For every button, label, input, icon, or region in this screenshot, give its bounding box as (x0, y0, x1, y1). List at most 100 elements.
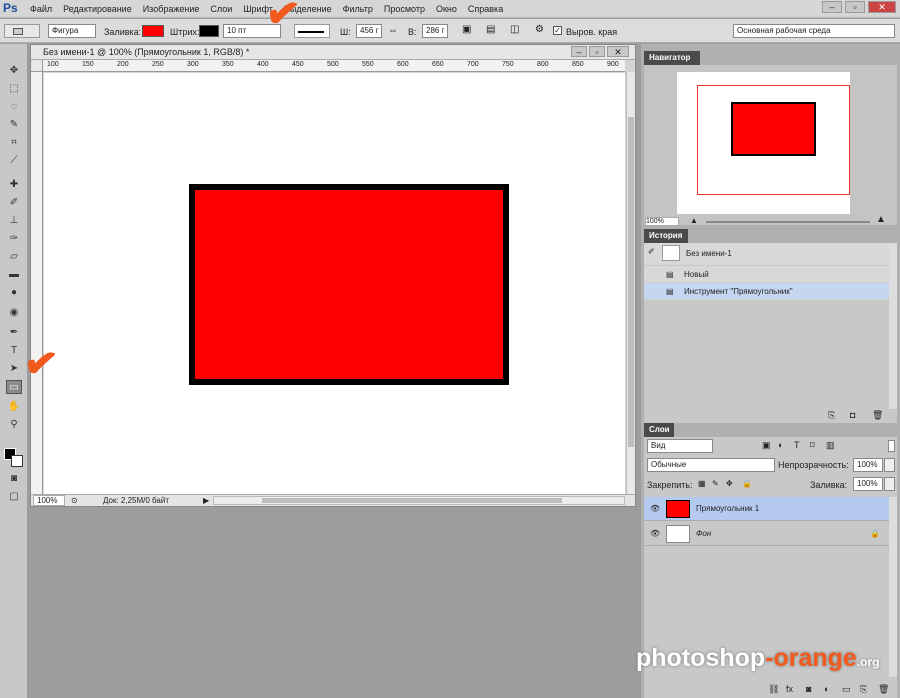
menu-help[interactable]: Справка (468, 4, 503, 14)
hscroll-thumb[interactable] (262, 498, 562, 503)
filter-toggle[interactable] (888, 440, 895, 452)
history-header[interactable]: История (644, 229, 897, 243)
blur-tool-icon[interactable]: ● (6, 286, 22, 300)
status-menu-arrow-icon[interactable]: ▶ (203, 495, 209, 506)
navigator-thumbnail[interactable] (677, 72, 850, 214)
navigator-zoom-slider[interactable] (706, 221, 870, 223)
doc-close-button[interactable]: ✕ (607, 46, 629, 57)
scrollbar-thumb[interactable] (628, 117, 634, 447)
shape-mode-select[interactable]: Фигура (48, 24, 96, 38)
eraser-tool-icon[interactable]: ▱ (6, 250, 22, 264)
blend-mode-select[interactable]: Обычные (647, 458, 775, 472)
height-field[interactable]: 286 г (422, 24, 448, 38)
gradient-tool-icon[interactable]: ▬ (6, 268, 22, 282)
filter-type-icon[interactable]: T (794, 440, 800, 450)
menu-file[interactable]: Файл (30, 4, 52, 14)
link-icon[interactable]: ⇔ (388, 25, 398, 36)
layer-filter-select[interactable]: Вид (647, 439, 713, 453)
history-tab[interactable]: История (644, 229, 688, 243)
zoom-tool-icon[interactable]: ⚲ (6, 418, 22, 432)
vertical-ruler[interactable] (31, 72, 43, 494)
workspace-select[interactable]: Основная рабочая среда (733, 24, 895, 38)
healing-brush-tool-icon[interactable]: ✚ (6, 178, 22, 192)
history-brush-tool-icon[interactable]: ✑ (6, 232, 22, 246)
filter-shape-icon[interactable]: ⌑ (810, 440, 815, 451)
align-edges-checkbox[interactable]: ✓ (553, 26, 562, 35)
crop-tool-icon[interactable]: ⌗ (6, 136, 22, 150)
marquee-tool-icon[interactable]: ⬚ (6, 82, 22, 96)
eyedropper-tool-icon[interactable]: ⟋ (6, 154, 22, 168)
dodge-tool-icon[interactable]: ◉ (6, 306, 22, 320)
zoom-in-icon[interactable]: ▲ (876, 214, 886, 225)
width-field[interactable]: 456 г (356, 24, 382, 38)
hand-tool-icon[interactable]: ✋ (6, 400, 22, 414)
ruler-origin[interactable] (31, 60, 43, 72)
close-app-button[interactable]: ✕ (868, 1, 896, 13)
filter-smart-icon[interactable]: ▥ (826, 440, 835, 451)
path-arrangement-icon[interactable]: ◫ (510, 24, 519, 35)
delete-layer-icon[interactable]: 🗑 (878, 684, 889, 695)
tool-preset-picker[interactable] (4, 24, 40, 38)
minimize-button[interactable]: – (822, 1, 842, 13)
new-layer-icon[interactable]: ⎘ (860, 684, 867, 695)
lock-image-icon[interactable]: ✎ (712, 479, 719, 488)
menu-view[interactable]: Просмотр (384, 4, 425, 14)
opacity-dropdown[interactable] (884, 458, 895, 472)
stroke-type-select[interactable] (294, 24, 330, 38)
clone-stamp-tool-icon[interactable]: ⊥ (6, 214, 22, 228)
history-scrollbar[interactable] (889, 243, 897, 409)
opacity-field[interactable]: 100% (853, 458, 883, 472)
layer-row[interactable]: 👁 Фон 🔒 (644, 522, 897, 546)
camera-icon[interactable]: ◘ (850, 410, 855, 420)
status-icon[interactable]: ⊙ (71, 495, 78, 506)
pen-tool-icon[interactable]: ✒ (6, 326, 22, 340)
move-tool-icon[interactable]: ✥ (6, 64, 22, 78)
gear-icon[interactable]: ⚙ (535, 24, 544, 35)
filter-adjustment-icon[interactable]: ◐ (778, 440, 783, 450)
layers-header[interactable]: Слои (644, 423, 897, 437)
path-selection-tool-icon[interactable]: ➤ (6, 362, 22, 376)
lasso-tool-icon[interactable]: ◌ (6, 100, 22, 114)
navigator-header[interactable]: Навигатор (644, 51, 897, 65)
brush-tool-icon[interactable]: ✐ (6, 196, 22, 210)
horizontal-scrollbar[interactable] (213, 496, 625, 505)
zoom-field[interactable]: 100% (33, 495, 65, 506)
background-color-swatch[interactable] (11, 455, 23, 467)
zoom-out-icon[interactable]: ▲ (690, 216, 698, 225)
menu-edit[interactable]: Редактирование (63, 4, 132, 14)
layer-row-active[interactable]: 👁 Прямоугольник 1 (644, 497, 897, 521)
fill-field[interactable]: 100% (853, 477, 883, 491)
layer-style-icon[interactable]: fx (786, 684, 793, 694)
menu-layers[interactable]: Слои (210, 4, 232, 14)
red-rectangle-shape[interactable] (189, 184, 509, 385)
layer-name[interactable]: Фон (696, 522, 711, 546)
layer-mask-icon[interactable]: ◙ (806, 684, 811, 694)
path-alignment-icon[interactable]: ▤ (486, 24, 495, 35)
link-layers-icon[interactable]: ⛓ (768, 684, 779, 695)
menu-filter[interactable]: Фильтр (343, 4, 373, 14)
screen-mode-icon[interactable]: ▢ (6, 490, 22, 504)
doc-minimize-button[interactable]: – (571, 46, 587, 57)
fill-dropdown[interactable] (884, 477, 895, 491)
eye-icon[interactable]: 👁 (650, 497, 660, 521)
adjustment-layer-icon[interactable]: ◐ (824, 684, 829, 694)
layers-tab[interactable]: Слои (644, 423, 674, 437)
filter-pixel-icon[interactable]: ▣ (762, 440, 771, 451)
navigator-zoom[interactable]: 100% (645, 217, 679, 226)
stroke-swatch[interactable] (199, 25, 219, 37)
quick-select-tool-icon[interactable]: ✎ (6, 118, 22, 132)
new-document-icon[interactable]: ⎘ (828, 410, 835, 421)
history-item[interactable]: ▤ Новый (644, 266, 889, 283)
path-operations-icon[interactable]: ▣ (462, 24, 471, 35)
history-snapshot[interactable]: ✐ Без имени-1 (644, 243, 889, 265)
eye-icon[interactable]: 👁 (650, 522, 660, 546)
document-tab[interactable]: Без имени-1 @ 100% (Прямоугольник 1, RGB… (31, 45, 635, 60)
history-item-active[interactable]: ▤ Инструмент "Прямоугольник" (644, 283, 889, 300)
lock-transparency-icon[interactable]: ▦ (698, 479, 706, 488)
fill-swatch[interactable] (142, 25, 164, 37)
navigator-tab[interactable]: Навигатор (644, 51, 700, 65)
layer-name[interactable]: Прямоугольник 1 (696, 497, 759, 521)
type-tool-icon[interactable]: T (6, 344, 22, 358)
folder-icon[interactable]: ▭ (842, 684, 851, 695)
menu-window[interactable]: Окно (436, 4, 457, 14)
